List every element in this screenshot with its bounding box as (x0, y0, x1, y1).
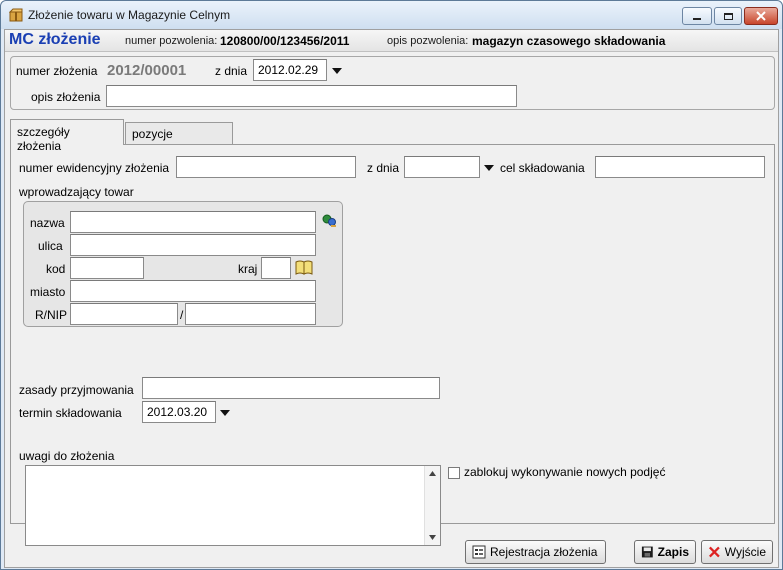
purpose-field[interactable] (595, 156, 765, 178)
deposit-header-panel: numer złożenia 2012/00001 z dnia 2012.02… (10, 56, 775, 110)
notes-label: uwagi do złożenia (19, 449, 115, 463)
minimize-icon (693, 18, 701, 20)
permit-desc-value: magazyn czasowego składowania (472, 34, 666, 48)
deposit-number-label: numer złożenia (16, 64, 98, 78)
term-date-field[interactable]: 2012.03.20 (142, 401, 216, 423)
window-title: Złożenie towaru w Magazynie Celnym (28, 8, 231, 22)
city-label: miasto (30, 285, 66, 299)
close-red-icon (709, 546, 720, 558)
name-field[interactable] (70, 211, 316, 233)
reg-number-label: numer ewidencyjny złożenia (19, 161, 170, 175)
reg-date-dropdown-icon[interactable] (484, 165, 494, 171)
header-strip: MC złożenie numer pozwolenia: 120800/00/… (5, 30, 778, 52)
nip-number-field[interactable] (185, 303, 316, 325)
title-bar[interactable]: Złożenie towaru w Magazynie Celnym (1, 1, 782, 29)
street-label: ulica (38, 239, 63, 253)
city-field[interactable] (70, 280, 316, 302)
block-withdrawals-label: zablokuj wykonywanie nowych podjęć (464, 465, 666, 479)
register-deposit-button[interactable]: Rejestracja złożenia (465, 540, 606, 564)
exit-label: Wyjście (724, 545, 766, 559)
country-field[interactable] (261, 257, 291, 279)
deposit-desc-label: opis złożenia (31, 90, 101, 104)
exit-button[interactable]: Wyjście (701, 540, 773, 564)
postcode-label: kod (46, 262, 66, 276)
term-label: termin składowania (19, 406, 122, 420)
reg-date-label: z dnia (367, 161, 400, 175)
notes-textarea[interactable] (25, 465, 441, 546)
postcode-field[interactable] (70, 257, 144, 279)
main-window: Złożenie towaru w Magazynie Celnym MC zł… (0, 0, 783, 570)
purpose-label: cel składowania (500, 161, 585, 175)
depositor-label: wprowadzający towar (19, 185, 134, 199)
save-label: Zapis (657, 545, 689, 559)
maximize-button[interactable] (714, 7, 742, 25)
scroll-down-icon[interactable] (429, 535, 436, 540)
name-label: nazwa (30, 216, 65, 230)
deposit-date-field[interactable]: 2012.02.29 (253, 59, 327, 81)
street-field[interactable] (70, 234, 316, 256)
nip-label: R/NIP (35, 308, 68, 322)
rules-field[interactable] (142, 377, 440, 399)
block-withdrawals-checkbox[interactable] (448, 467, 460, 479)
term-date-dropdown-icon[interactable] (220, 410, 230, 416)
details-tab-panel: numer ewidencyjny złożenia z dnia cel sk… (10, 144, 775, 546)
minimize-button[interactable] (682, 7, 712, 25)
notes-scrollbar[interactable] (424, 466, 440, 545)
search-contractor-icon[interactable] (321, 213, 337, 229)
permit-number-label: numer pozwolenia: (125, 35, 218, 47)
scroll-up-icon[interactable] (429, 471, 436, 476)
reg-number-field[interactable] (176, 156, 356, 178)
app-title: MC złożenie (9, 31, 101, 48)
client-area: MC złożenie numer pozwolenia: 120800/00/… (4, 29, 779, 568)
save-button[interactable]: Zapis (634, 540, 696, 564)
country-label: kraj (238, 262, 258, 276)
package-icon (9, 8, 23, 22)
deposit-number-value: 2012/00001 (107, 62, 187, 79)
register-icon (472, 545, 486, 559)
permit-desc-label: opis pozwolenia: (387, 35, 469, 47)
book-icon[interactable] (295, 259, 313, 275)
deposit-date-label: z dnia (215, 64, 248, 78)
nip-prefix-field[interactable] (70, 303, 178, 325)
depositor-group: nazwa ulica kod kraj miasto R/NIP / (23, 201, 343, 327)
rules-label: zasady przyjmowania (19, 383, 134, 397)
close-icon (756, 11, 766, 21)
maximize-icon (723, 12, 733, 20)
deposit-desc-field[interactable] (106, 85, 517, 107)
tab-details[interactable]: szczegóły złożenia (10, 119, 124, 153)
floppy-disk-icon (641, 546, 653, 558)
permit-number-value: 120800/00/123456/2011 (220, 34, 350, 48)
deposit-date-dropdown-icon[interactable] (332, 68, 342, 74)
tab-items[interactable]: pozycje towarowe (125, 122, 233, 155)
close-window-button[interactable] (744, 7, 778, 25)
reg-date-field[interactable] (404, 156, 480, 178)
register-deposit-label: Rejestracja złożenia (490, 545, 598, 559)
nip-separator: / (180, 308, 184, 322)
